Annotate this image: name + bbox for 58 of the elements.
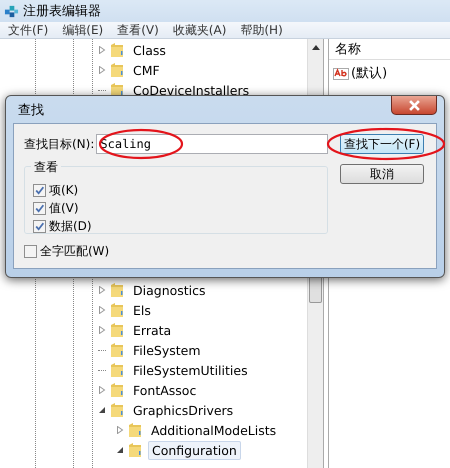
- tree-item[interactable]: Errata: [130, 322, 174, 338]
- tree-item[interactable]: Configuration: [148, 440, 241, 460]
- dialog-title: 查找: [18, 102, 44, 118]
- collapsed-triangle-icon[interactable]: [98, 306, 106, 314]
- checkbox-label: 项(K): [49, 182, 78, 198]
- expanded-triangle-icon[interactable]: [98, 406, 106, 414]
- collapsed-triangle-icon[interactable]: [98, 286, 106, 294]
- checkbox-label: 值(V): [49, 200, 79, 216]
- tree-item[interactable]: FontAssoc: [130, 382, 200, 398]
- menu-item[interactable]: 帮助(H): [240, 22, 283, 38]
- find-next-button[interactable]: 查找下一个(F): [340, 134, 424, 154]
- folder-icon: [110, 322, 124, 338]
- close-button[interactable]: [391, 96, 437, 115]
- tree-item[interactable]: Class: [130, 42, 169, 58]
- collapsed-triangle-icon[interactable]: [98, 66, 106, 74]
- folder-icon: [110, 362, 124, 378]
- folder-icon: [110, 62, 124, 78]
- registry-icon: [4, 4, 19, 18]
- close-icon: [408, 100, 420, 110]
- folder-icon: [128, 422, 142, 438]
- folder-icon: [110, 42, 124, 58]
- string-value-icon: [333, 65, 349, 81]
- menu-item[interactable]: 查看(V): [117, 22, 159, 38]
- tree-item[interactable]: AdditionalModeLists: [148, 422, 280, 438]
- tree-item[interactable]: FileSystemUtilities: [130, 362, 251, 378]
- checkbox[interactable]: [33, 184, 46, 196]
- column-header[interactable]: 名称: [329, 39, 450, 60]
- menu-item[interactable]: 文件(F): [8, 22, 48, 38]
- folder-icon: [110, 402, 124, 418]
- checkbox[interactable]: [24, 244, 37, 258]
- tree-item[interactable]: Diagnostics: [130, 282, 209, 298]
- value-name[interactable]: (默认): [351, 64, 388, 82]
- tree-item[interactable]: FileSystem: [130, 342, 204, 358]
- collapsed-triangle-icon[interactable]: [98, 46, 106, 54]
- find-input[interactable]: Scaling: [96, 134, 328, 154]
- menu-item[interactable]: 收藏夹(A): [172, 22, 226, 38]
- tree-item[interactable]: CMF: [130, 62, 163, 78]
- checkbox[interactable]: [33, 220, 46, 232]
- checkbox[interactable]: [33, 202, 46, 214]
- folder-icon: [110, 302, 124, 318]
- tree-item[interactable]: GraphicsDrivers: [130, 402, 236, 418]
- tree-item[interactable]: CoDeviceInstallers: [130, 82, 252, 98]
- tree-item[interactable]: Els: [130, 302, 154, 318]
- folder-icon: [110, 342, 124, 358]
- menu-item[interactable]: 编辑(E): [62, 22, 104, 38]
- collapsed-triangle-icon[interactable]: [98, 326, 106, 334]
- checkbox-label: 全字匹配(W): [40, 242, 110, 260]
- cancel-button[interactable]: 取消: [340, 164, 424, 184]
- window-title: 注册表编辑器: [23, 3, 101, 20]
- checkbox-label: 数据(D): [49, 218, 92, 234]
- collapsed-triangle-icon[interactable]: [98, 386, 106, 394]
- collapsed-triangle-icon[interactable]: [116, 426, 124, 434]
- expanded-triangle-icon[interactable]: [116, 446, 124, 454]
- scroll-up-icon[interactable]: [312, 45, 320, 50]
- folder-icon: [110, 282, 124, 298]
- folder-icon: [110, 382, 124, 398]
- find-label: 查找目标(N):: [24, 136, 94, 152]
- folder-icon: [128, 442, 142, 458]
